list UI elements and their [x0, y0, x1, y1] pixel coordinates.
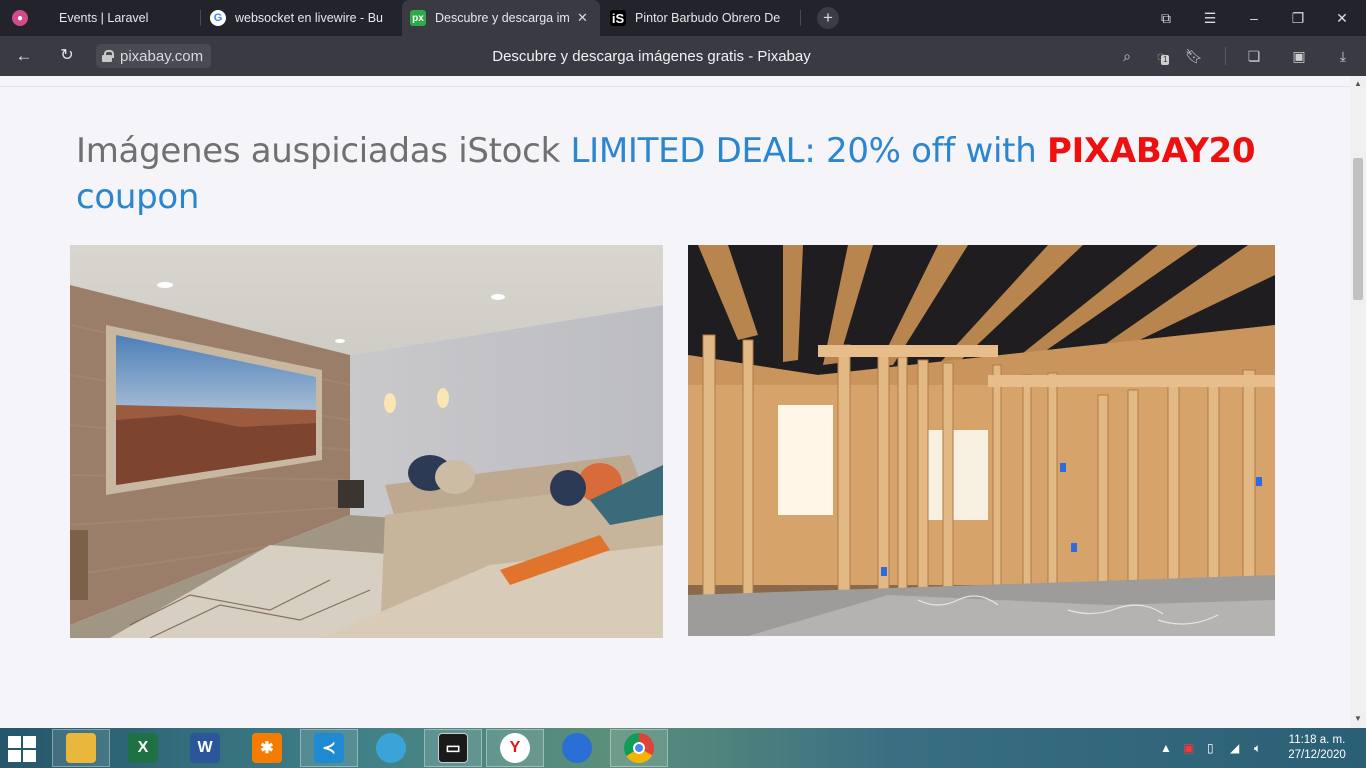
- file-explorer-icon[interactable]: [52, 729, 110, 767]
- address-bar: ← ↻ pixabay.com Descubre y descarga imág…: [0, 36, 1366, 76]
- laravel-icon: ●: [12, 10, 28, 26]
- restore-button[interactable]: ❐: [1276, 0, 1320, 36]
- system-clock[interactable]: 11:18 a. m. 27/12/2020: [1286, 733, 1348, 763]
- elephant-app-icon[interactable]: [362, 729, 420, 767]
- tab-events-laravel[interactable]: ● Events | Laravel: [8, 0, 198, 36]
- page-content: Imágenes auspiciadas iStock LIMITED DEAL…: [0, 76, 1350, 728]
- minimize-button[interactable]: –: [1232, 0, 1276, 36]
- taskbar: X W ✱ ≺ ▭ Y ▲ ▣ ▯ ◢ 🔈︎ 11:18 a. m. 27/12…: [0, 728, 1366, 768]
- signal-icon[interactable]: ◢: [1230, 728, 1239, 768]
- word-icon[interactable]: W: [176, 729, 234, 767]
- network-error-icon[interactable]: ▣: [1183, 728, 1194, 768]
- new-tab-button[interactable]: +: [817, 7, 839, 29]
- excel-icon[interactable]: X: [114, 729, 172, 767]
- sponsored-image-home-theater[interactable]: [70, 245, 663, 638]
- chrome-icon[interactable]: [610, 729, 668, 767]
- tab-pixabay[interactable]: px Descubre y descarga im ✕: [402, 0, 600, 36]
- start-button[interactable]: [8, 736, 38, 762]
- close-window-button[interactable]: ✕: [1320, 0, 1364, 36]
- istock-icon: iS: [610, 10, 626, 26]
- screenshot-icon[interactable]: ▣: [1288, 45, 1310, 67]
- reader-mode-icon[interactable]: ◌1: [1150, 45, 1172, 67]
- tab-istock[interactable]: iS Pintor Barbudo Obrero De: [610, 0, 798, 36]
- download-icon[interactable]: ⤓: [1332, 45, 1354, 67]
- firefox-developer-icon[interactable]: [548, 729, 606, 767]
- page-title: Descubre y descarga imágenes gratis - Pi…: [492, 48, 811, 65]
- reader-badge: 1: [1161, 55, 1170, 65]
- menu-icon[interactable]: ☰: [1188, 0, 1232, 36]
- tab-search-icon[interactable]: ⧉: [1144, 0, 1188, 36]
- show-hidden-icons[interactable]: ▲: [1160, 728, 1172, 768]
- tab-websocket-livewire[interactable]: G websocket en livewire - Bu: [210, 0, 398, 36]
- google-icon: G: [210, 10, 226, 26]
- collections-icon[interactable]: ❏: [1243, 45, 1265, 67]
- volume-icon[interactable]: 🔈︎: [1254, 728, 1261, 768]
- scroll-thumb[interactable]: [1353, 158, 1363, 300]
- bookmark-icon[interactable]: 🔖︎: [1183, 45, 1205, 67]
- sponsored-heading: Imágenes auspiciadas iStock LIMITED DEAL…: [76, 131, 1256, 217]
- yandex-browser-icon[interactable]: Y: [486, 729, 544, 767]
- vertical-scrollbar[interactable]: ▲ ▼: [1350, 76, 1366, 728]
- terminal-icon[interactable]: ▭: [424, 729, 482, 767]
- zoom-icon[interactable]: ⌕: [1116, 45, 1138, 67]
- pixabay-icon: px: [410, 10, 426, 26]
- scroll-down-arrow-icon[interactable]: ▼: [1350, 714, 1366, 723]
- sponsored-image-framing[interactable]: [688, 245, 1275, 636]
- battery-icon[interactable]: ▯: [1207, 728, 1214, 768]
- tab-bar: ● Events | Laravel G websocket en livewi…: [0, 0, 1366, 36]
- close-tab-icon[interactable]: ✕: [577, 10, 588, 26]
- xampp-icon[interactable]: ✱: [238, 729, 296, 767]
- vscode-icon[interactable]: ≺: [300, 729, 358, 767]
- scroll-up-arrow-icon[interactable]: ▲: [1350, 79, 1366, 88]
